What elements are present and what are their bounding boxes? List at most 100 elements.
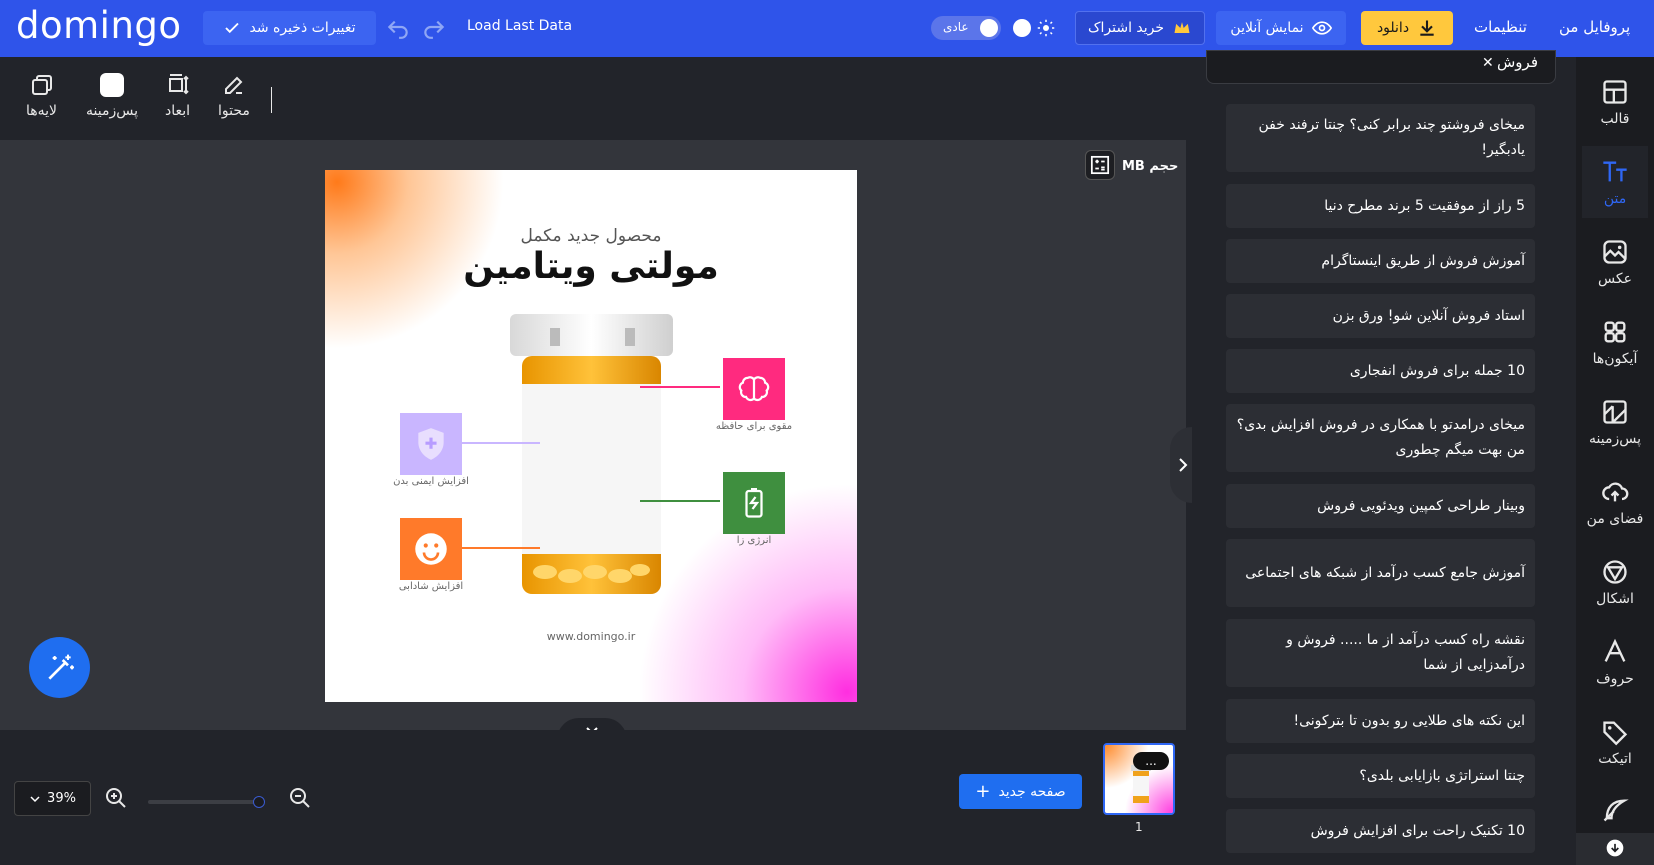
download-icon bbox=[1420, 20, 1434, 36]
clear-search-icon[interactable]: ✕ bbox=[1482, 55, 1494, 71]
rail-item-background[interactable]: پس‌زمینه bbox=[1582, 386, 1648, 458]
connector-line bbox=[640, 386, 720, 388]
text-template-item[interactable]: میخای درامدتو با همکاری در فروش افزایش ب… bbox=[1226, 404, 1535, 472]
zoom-slider[interactable] bbox=[148, 800, 260, 804]
feather-icon bbox=[1603, 799, 1629, 822]
rail-item-text[interactable]: متن bbox=[1582, 146, 1648, 218]
editor-toolbar: لایه‌ها پس‌زمینه ابعاد محتوا bbox=[0, 57, 1186, 140]
font-icon bbox=[1604, 638, 1626, 662]
rail-label: آیکون‌ها bbox=[1592, 350, 1638, 367]
battery-icon bbox=[745, 488, 763, 518]
theme-toggle[interactable] bbox=[1009, 16, 1059, 40]
panel-collapse-handle[interactable] bbox=[1170, 427, 1192, 503]
mode-label: عادی bbox=[943, 20, 969, 34]
connector-line bbox=[460, 547, 540, 549]
zoom-slider-handle[interactable] bbox=[253, 796, 265, 808]
rail-item-tags[interactable]: اتیکت bbox=[1582, 706, 1648, 778]
rail-item-image[interactable]: عکس bbox=[1582, 226, 1648, 298]
zoom-in-icon[interactable] bbox=[104, 786, 128, 810]
pill-bottle-image[interactable] bbox=[510, 314, 675, 597]
crown-icon bbox=[1174, 22, 1190, 33]
connector-line bbox=[460, 442, 540, 444]
profile-link[interactable]: پروفایل من bbox=[1559, 18, 1630, 36]
background-label: پس‌زمینه bbox=[86, 103, 138, 119]
tag-icon bbox=[1603, 721, 1628, 745]
chevron-right-icon bbox=[1179, 458, 1188, 472]
feature-joy[interactable] bbox=[400, 518, 462, 580]
text-template-item[interactable]: چنتا استراتژی بازایابی بلدی؟ bbox=[1226, 754, 1535, 798]
thumbnail-bottle-icon bbox=[1131, 765, 1151, 803]
text-template-item[interactable]: وبینار طراحی کمپین ویدئویی فروش bbox=[1226, 484, 1535, 528]
subscribe-button[interactable]: خرید اشتراک bbox=[1075, 11, 1205, 45]
logo[interactable]: domingo bbox=[16, 4, 182, 47]
download-label: دانلود bbox=[1376, 20, 1410, 36]
page-more-button[interactable]: ... bbox=[1133, 752, 1169, 770]
rail-item-template[interactable]: قالب bbox=[1582, 66, 1648, 138]
rail-label: اتیکت bbox=[1598, 750, 1632, 767]
design-canvas[interactable]: محصول جدید مکمل مولتی ویتامین مقوی برای … bbox=[325, 170, 857, 702]
rail-item-my-space[interactable]: فضای من bbox=[1582, 466, 1648, 538]
magic-wand-icon bbox=[47, 654, 74, 680]
rail-item-icons[interactable]: آیکون‌ها bbox=[1582, 306, 1648, 378]
edit-icon bbox=[224, 76, 243, 94]
check-icon bbox=[225, 22, 240, 34]
text-template-item[interactable]: 10 تکنیک راحت برای افزایش فروش bbox=[1226, 809, 1535, 853]
feature-immunity[interactable] bbox=[400, 413, 462, 475]
top-bar: domingo تغییرات ذخیره شد Load Last Data … bbox=[0, 0, 1654, 57]
download-button[interactable]: دانلود bbox=[1361, 11, 1453, 45]
mode-toggle[interactable]: عادی bbox=[931, 16, 1001, 40]
dimensions-label: ابعاد bbox=[165, 103, 191, 119]
upload-cloud-icon bbox=[1602, 482, 1629, 501]
grid-icon bbox=[1604, 321, 1626, 342]
rail-item-feather[interactable] bbox=[1582, 786, 1648, 834]
rail-label: قالب bbox=[1600, 110, 1630, 127]
text-template-item[interactable]: 10 جمله برای فروش انفجاری bbox=[1226, 349, 1535, 393]
online-view-button[interactable]: نمایش آنلاین bbox=[1216, 11, 1346, 45]
text-template-item[interactable]: 5 راز از موفقیت 5 برند مطرح دنیا bbox=[1226, 184, 1535, 228]
new-page-button[interactable]: صفحه جدید + bbox=[959, 774, 1082, 809]
rail-label: متن bbox=[1603, 190, 1627, 207]
content-label: محتوا bbox=[218, 103, 250, 119]
dimensions-tool[interactable]: ابعاد bbox=[165, 73, 190, 119]
saved-status-button[interactable]: تغییرات ذخیره شد bbox=[203, 11, 376, 45]
design-url[interactable]: www.domingo.ir bbox=[325, 630, 857, 643]
text-template-item[interactable]: نقشه راه کسب درآمد از ما ..... فروش و در… bbox=[1226, 619, 1535, 687]
panel-search-value: فروش bbox=[1497, 53, 1539, 71]
zoom-value: 39% bbox=[47, 791, 76, 806]
plus-icon: + bbox=[975, 780, 991, 802]
rail-item-shapes[interactable]: اشکال bbox=[1582, 546, 1648, 618]
zoom-select[interactable]: 39% bbox=[14, 781, 91, 816]
feature-immunity-label: افزایش ایمنی بدن bbox=[393, 476, 469, 487]
rail-scroll-down[interactable] bbox=[1576, 833, 1654, 865]
subscribe-label: خرید اشتراک bbox=[1087, 20, 1165, 36]
feature-memory[interactable] bbox=[723, 358, 785, 420]
background-icon bbox=[1603, 399, 1627, 424]
background-tool[interactable]: پس‌زمینه bbox=[86, 73, 138, 119]
text-template-item[interactable]: آموزش جامع کسب درآمد از شبکه های اجتماعی bbox=[1226, 539, 1535, 607]
settings-link[interactable]: تنظیمات bbox=[1474, 18, 1527, 36]
text-template-item[interactable]: میخای فروشتو چند برابر کنی؟ چنتا ترفند خ… bbox=[1226, 104, 1535, 172]
rail-label: اشکال bbox=[1596, 590, 1634, 607]
zoom-out-icon[interactable] bbox=[288, 786, 312, 810]
design-subtitle[interactable]: محصول جدید مکمل bbox=[325, 226, 857, 246]
mode-toggle-knob bbox=[980, 19, 998, 37]
design-title[interactable]: مولتی ویتامین bbox=[325, 246, 857, 287]
image-icon bbox=[1603, 239, 1627, 264]
text-template-item[interactable]: استاد فروش آنلاین شو! ورق بزن bbox=[1226, 294, 1535, 338]
load-last-data-link[interactable]: Load Last Data bbox=[467, 18, 572, 34]
feature-energy[interactable] bbox=[723, 472, 785, 534]
rail-item-fonts[interactable]: حروف bbox=[1582, 626, 1648, 698]
magic-wand-button[interactable] bbox=[29, 637, 90, 698]
shapes-icon bbox=[1603, 559, 1627, 584]
redo-icon[interactable] bbox=[421, 14, 447, 40]
calculator-icon[interactable] bbox=[1085, 150, 1115, 180]
shield-plus-icon bbox=[418, 428, 444, 460]
content-tool[interactable]: محتوا bbox=[218, 73, 250, 119]
text-template-item[interactable]: آموزش فروش از طریق اینستاگرام bbox=[1226, 239, 1535, 283]
undo-icon[interactable] bbox=[385, 14, 411, 40]
resize-icon bbox=[168, 74, 189, 95]
page-number: 1 bbox=[1135, 820, 1143, 834]
text-template-item[interactable]: این نکته های طلایی رو بدون تا بترکونی! bbox=[1226, 699, 1535, 743]
theme-toggle-knob bbox=[1013, 19, 1031, 37]
layers-tool[interactable]: لایه‌ها bbox=[26, 73, 57, 119]
